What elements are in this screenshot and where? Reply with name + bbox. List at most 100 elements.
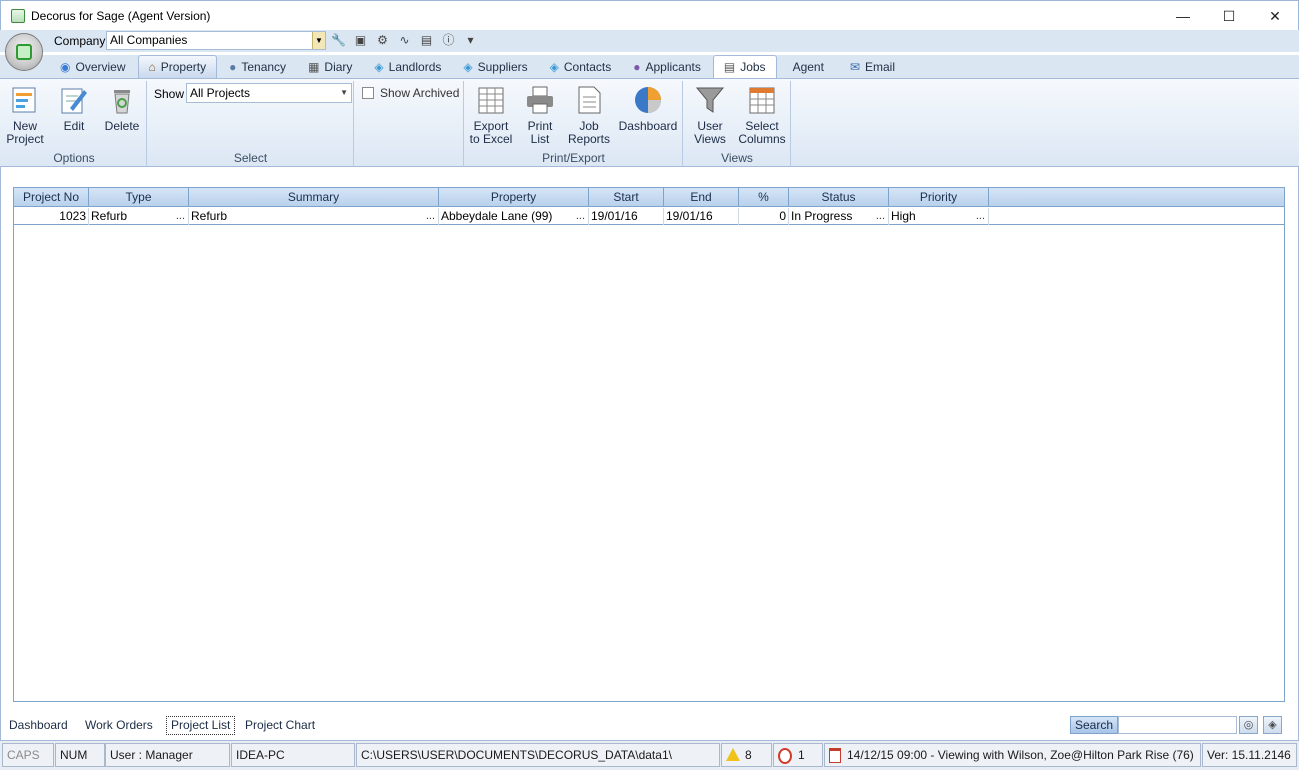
recycle-bin-icon (114, 90, 130, 114)
column-end[interactable]: End (664, 188, 739, 207)
binoculars-icon[interactable]: ◎ (1239, 716, 1258, 734)
tab-landlords[interactable]: ◈ Landlords (364, 55, 451, 78)
company-select-value: All Companies (110, 33, 188, 47)
show-filter-select[interactable]: All Projects ▼ (186, 83, 352, 103)
maximize-button[interactable]: ☐ (1206, 1, 1252, 31)
print-export-group: Export to Excel Print List Job Reports Dash… (465, 81, 683, 167)
column-start[interactable]: Start (589, 188, 664, 207)
ribbon-tabs: ◉ Overview ⌂ Property ● Tenancy ▦ Diary ◈ Lan… (0, 55, 1299, 78)
company-select[interactable]: All Companies ▼ (106, 31, 326, 50)
column-type[interactable]: Type (89, 188, 189, 207)
ellipsis-icon[interactable]: ... (876, 208, 885, 224)
new-project-button[interactable]: New Project (4, 84, 46, 146)
show-archived-label: Show Archived (380, 86, 460, 100)
ellipsis-icon[interactable]: ... (176, 208, 185, 224)
delete-button[interactable]: Delete (102, 84, 142, 133)
alarms-indicator[interactable]: 1 (773, 743, 823, 767)
column-filler (989, 188, 1284, 207)
alarm-clock-icon (778, 747, 792, 764)
cell-summary[interactable]: Refurb... (189, 208, 439, 225)
search-button[interactable]: Search (1070, 716, 1118, 734)
warnings-indicator[interactable]: 8 (721, 743, 772, 767)
tab-tenancy[interactable]: ● Tenancy (219, 55, 296, 78)
report-icon (578, 86, 601, 114)
tab-work-orders[interactable]: Work Orders (81, 715, 157, 736)
tab-contacts[interactable]: ◈ Contacts (540, 55, 622, 78)
cell-percent[interactable]: 0 (739, 208, 789, 225)
computer-name: IDEA-PC (231, 743, 355, 767)
warning-icon (726, 748, 740, 762)
calendar-icon: ▦ (308, 59, 320, 74)
show-archived-checkbox[interactable] (362, 87, 374, 99)
app-icon (11, 8, 25, 23)
tab-dashboard[interactable]: Dashboard (5, 715, 72, 736)
new-project-icon (12, 87, 36, 113)
applicants-icon: ● (633, 59, 641, 74)
tab-diary[interactable]: ▦ Diary (298, 55, 362, 78)
print-list-button[interactable]: Print List (519, 84, 561, 146)
minimize-button[interactable]: — (1160, 1, 1206, 31)
cell-end[interactable]: 19/01/16 (664, 208, 739, 225)
customize-dropdown-icon[interactable]: ▾ (462, 32, 479, 49)
export-to-excel-button[interactable]: Export to Excel (467, 84, 515, 146)
column-property[interactable]: Property (439, 188, 589, 207)
cell-status[interactable]: In Progress... (789, 208, 889, 225)
tab-overview[interactable]: ◉ Overview (50, 55, 136, 78)
cell-project-no[interactable]: 1023 (14, 208, 89, 225)
edit-button[interactable]: Edit (54, 84, 94, 133)
application-menu-button[interactable] (5, 33, 43, 71)
tab-applicants[interactable]: ● Applicants (623, 55, 711, 78)
company-label: Company (54, 34, 106, 48)
chevron-down-icon[interactable]: ▼ (340, 84, 348, 102)
tab-email[interactable]: ✉ Email (840, 55, 905, 78)
ellipsis-icon[interactable]: ... (976, 208, 985, 224)
tab-project-list[interactable]: Project List (166, 716, 236, 735)
show-label: Show (154, 87, 185, 101)
chevron-down-icon[interactable]: ▼ (312, 32, 325, 49)
user-views-button[interactable]: User Views (690, 84, 730, 146)
cell-priority[interactable]: High... (889, 208, 989, 225)
column-percent[interactable]: % (739, 188, 789, 207)
cell-start[interactable]: 19/01/16 (589, 208, 664, 225)
close-button[interactable]: ✕ (1252, 1, 1298, 31)
advanced-search-icon[interactable]: ◈ (1263, 716, 1282, 734)
cell-filler (989, 208, 1284, 225)
column-status[interactable]: Status (789, 188, 889, 207)
show-archived-toggle[interactable]: Show Archived (362, 86, 459, 100)
app-logo-icon (16, 44, 32, 60)
table-row[interactable]: 1023 Refurb... Refurb... Abbeydale Lane … (14, 208, 1284, 225)
job-reports-button[interactable]: Job Reports (566, 84, 612, 146)
landlord-icon: ◈ (374, 59, 384, 74)
tab-jobs[interactable]: ▤ Jobs (712, 55, 777, 78)
cell-property[interactable]: Abbeydale Lane (99)... (439, 208, 589, 225)
document-icon[interactable]: ▤ (418, 32, 435, 49)
quick-access-icons: 🔧 ▣ ⚙ ∿ ▤ ⓘ ▾ (330, 32, 479, 49)
ellipsis-icon[interactable]: ... (426, 208, 435, 224)
settings-icon[interactable]: ⚙ (374, 32, 391, 49)
column-summary[interactable]: Summary (189, 188, 439, 207)
tab-agent[interactable]: Agent (779, 55, 838, 78)
dashboard-button[interactable]: Dashboard (617, 84, 679, 133)
help-icon[interactable]: ⓘ (440, 32, 457, 49)
tab-project-chart[interactable]: Project Chart (241, 715, 319, 736)
project-grid[interactable]: Project No Type Summary Property Start E… (13, 187, 1285, 702)
jobs-icon: ▤ (723, 60, 736, 74)
column-project-no[interactable]: Project No (14, 188, 89, 207)
current-user: User : Manager (105, 743, 230, 767)
ellipsis-icon[interactable]: ... (576, 208, 585, 224)
column-priority[interactable]: Priority (889, 188, 989, 207)
contacts-icon: ◈ (549, 59, 559, 74)
select-columns-button[interactable]: Select Columns (737, 84, 787, 146)
tab-property[interactable]: ⌂ Property (137, 55, 218, 78)
search-input[interactable] (1118, 716, 1237, 734)
people-icon: ● (229, 59, 237, 74)
email-icon: ✉ (849, 59, 860, 74)
print-export-group-label: Print/Export (542, 151, 605, 165)
printer-icon (527, 86, 553, 114)
id-card-icon[interactable]: ▣ (352, 32, 369, 49)
wrench-icon[interactable]: 🔧 (330, 32, 347, 49)
next-appointment[interactable]: 14/12/15 09:00 - Viewing with Wilson, Zo… (824, 743, 1201, 767)
network-icon[interactable]: ∿ (396, 32, 413, 49)
tab-suppliers[interactable]: ◈ Suppliers (453, 55, 537, 78)
cell-type[interactable]: Refurb... (89, 208, 189, 225)
